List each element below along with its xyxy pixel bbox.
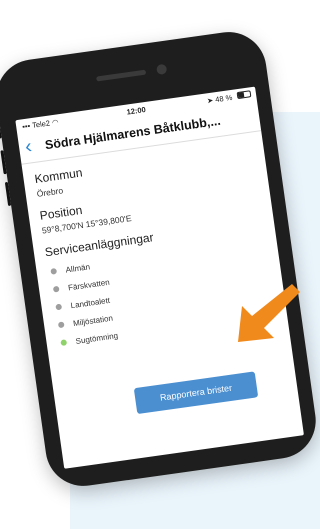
status-dot-icon bbox=[50, 267, 58, 275]
service-label: Sugtömning bbox=[75, 330, 119, 346]
battery-percent: 48 % bbox=[214, 92, 233, 105]
service-label: Miljöstation bbox=[72, 313, 114, 328]
battery-fill bbox=[237, 92, 245, 98]
status-dot-icon bbox=[52, 285, 60, 293]
service-label: Allmän bbox=[64, 261, 91, 275]
arrow-shape bbox=[238, 284, 300, 342]
location-icon: ➤ bbox=[206, 95, 214, 106]
status-dot-icon bbox=[57, 321, 65, 329]
report-issues-button[interactable]: Rapportera brister bbox=[133, 371, 259, 415]
service-label: Landtoalett bbox=[69, 295, 111, 310]
status-dot-icon bbox=[60, 339, 68, 347]
phone-illustration: ▪▪▪ Tele2 ◠ 12:00 ➤ 48 % ‹ Södra Hjälmar… bbox=[0, 0, 320, 529]
status-dot-icon bbox=[55, 303, 63, 311]
chevron-left-icon[interactable]: ‹ bbox=[24, 135, 34, 158]
arrow-pointer-icon bbox=[238, 284, 300, 342]
phone: ▪▪▪ Tele2 ◠ 12:00 ➤ 48 % ‹ Södra Hjälmar… bbox=[0, 27, 320, 491]
service-label: Färskvatten bbox=[67, 277, 111, 292]
